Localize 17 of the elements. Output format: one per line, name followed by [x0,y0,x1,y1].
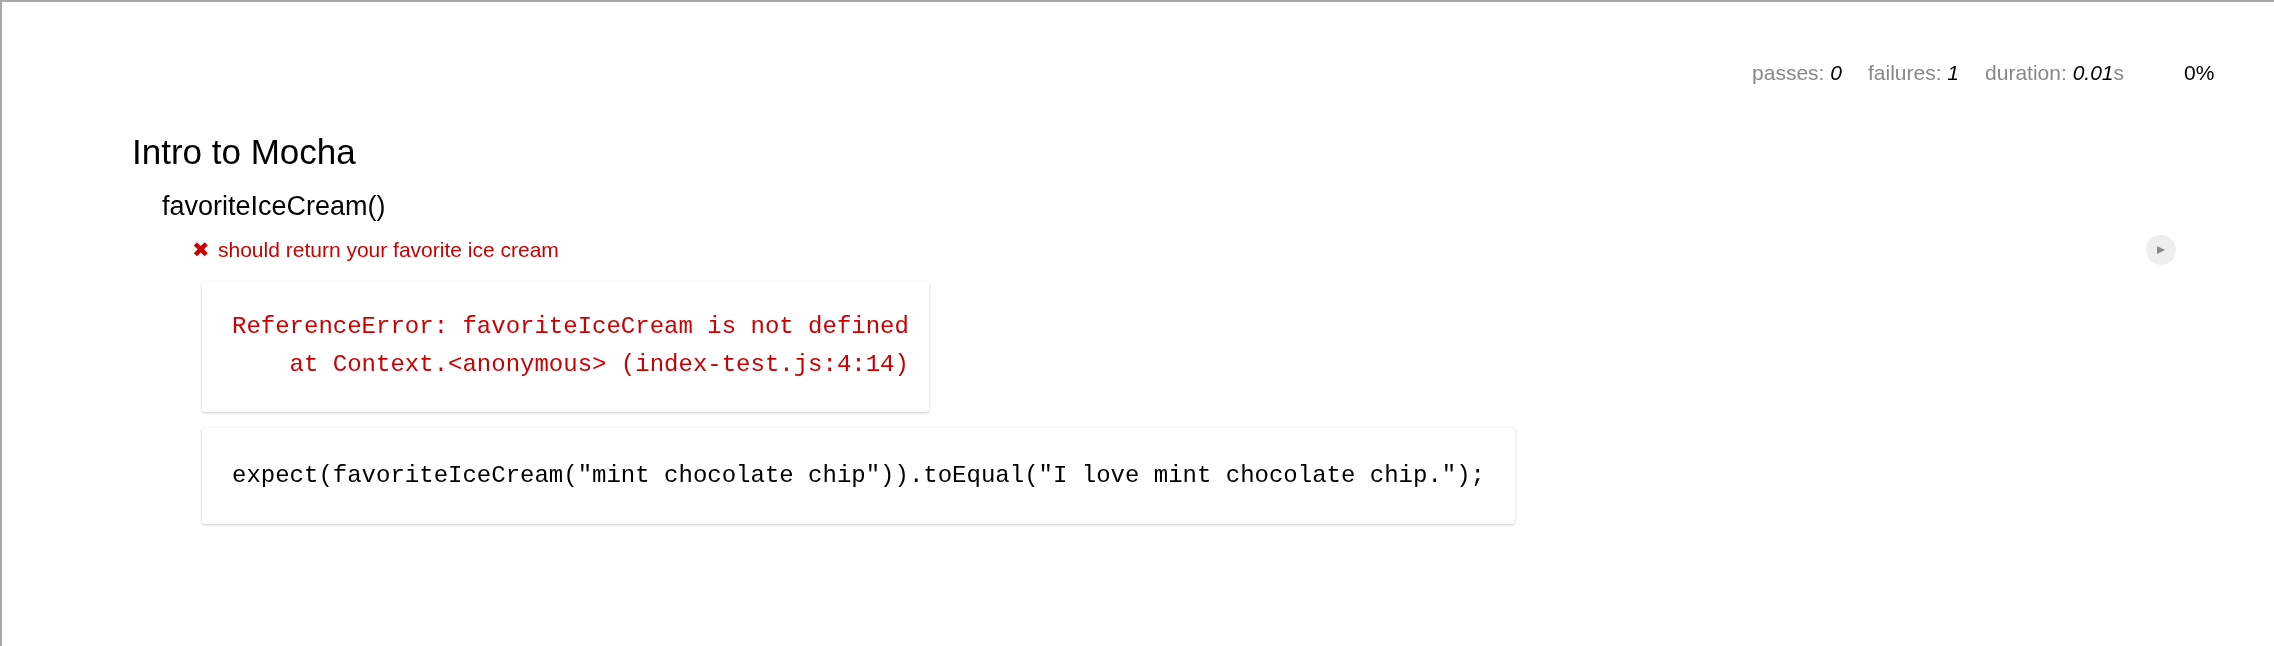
play-icon [2156,244,2166,255]
stat-value: 0.01 [2072,61,2114,84]
code-block: expect(favoriteIceCream("mint chocolate chip")).toEqual("I love mint chocolate chip."); [202,427,1515,524]
replay-button[interactable] [2146,234,2176,265]
error-text: ReferenceError: favoriteIceCream is not defined [232,311,909,342]
stat-value: 1 [1947,61,1960,84]
stat-value: 0 [1830,61,1842,84]
stat-label: duration: [1985,61,2067,84]
stat-label: passes: [1752,61,1825,84]
stat-unit: s [2113,61,2124,84]
stat-label: failures: [1868,61,1942,84]
error-text: at Context.<anonymous> (index-test.js:4:14) [288,349,909,380]
suite-title: Intro to Mocha [132,131,357,173]
cross-icon: ✖ [192,234,210,266]
suite-title: favoriteIceCream() [162,190,387,223]
progress-text: 0% [2184,60,2216,86]
test-title: should return your favorite ice cream [218,236,559,263]
